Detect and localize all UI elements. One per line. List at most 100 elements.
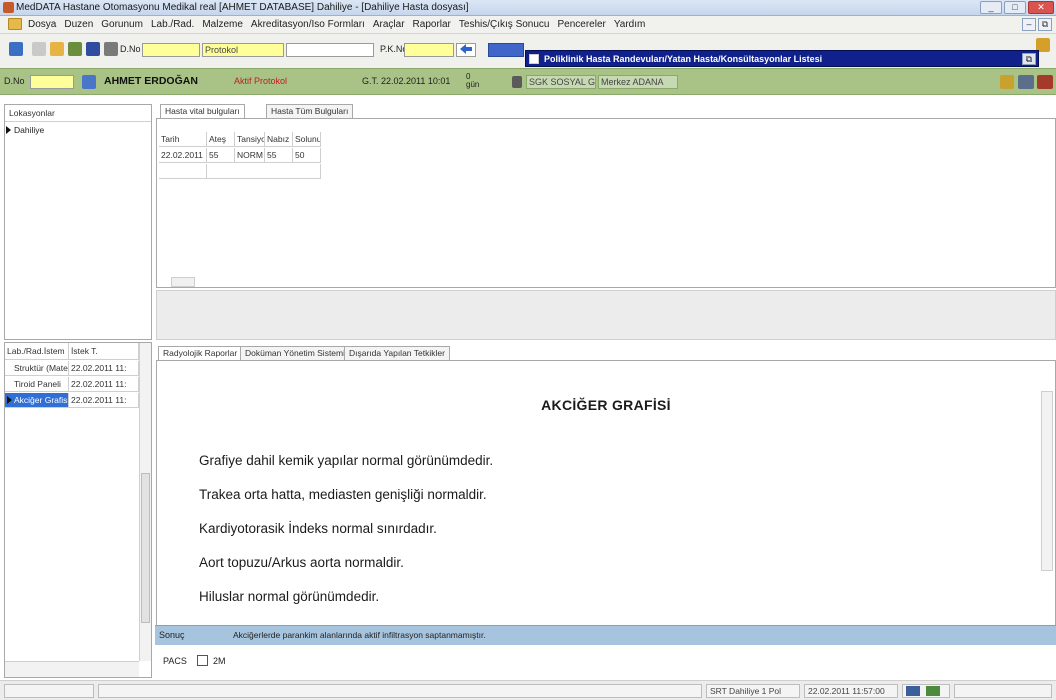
lab-header-name: Lab./Rad.İstem bbox=[5, 343, 69, 360]
lab-row-name-selected[interactable]: Akciğer Grafisi bbox=[5, 393, 69, 408]
edit-icon[interactable] bbox=[68, 42, 82, 56]
menu-item[interactable]: Malzeme bbox=[202, 19, 243, 30]
menu-item[interactable]: Gorunum bbox=[101, 19, 143, 30]
print-icon[interactable] bbox=[104, 42, 118, 56]
report-line: Grafiye dahil kemik yapılar normal görün… bbox=[199, 453, 494, 468]
menu-item[interactable]: Yardım bbox=[614, 19, 646, 30]
result-bar: Sonuç Akciğerlerde parankim alanlarında … bbox=[155, 625, 1056, 645]
pacs-checkbox[interactable] bbox=[197, 655, 208, 666]
popup-restore-button[interactable]: ⧉ bbox=[1022, 53, 1036, 65]
app-logo-icon bbox=[3, 2, 14, 13]
calendar-icon[interactable] bbox=[1000, 75, 1014, 89]
lab-row-date[interactable]: 22.02.2011 11: bbox=[69, 361, 139, 376]
menu-item[interactable]: Pencereler bbox=[558, 19, 606, 30]
menu-item[interactable]: Dosya bbox=[28, 19, 56, 30]
status-bar: SRT Dahiliye 1 Pol 22.02.2011 11:57:00 bbox=[0, 680, 1056, 700]
menu-item[interactable]: Teshis/Çıkış Sonucu bbox=[459, 19, 550, 30]
tab-radiology-reports[interactable]: Radyolojik Raporlar bbox=[158, 346, 243, 360]
tab-external-tests[interactable]: Dışarıda Yapılan Tetkikler bbox=[344, 346, 450, 360]
lab-row-date-selected[interactable]: 22.02.2011 11: bbox=[69, 393, 139, 408]
dosya-no-input[interactable] bbox=[142, 43, 200, 57]
pacs-label: PACS bbox=[163, 656, 187, 666]
protokol-input[interactable]: Protokol bbox=[202, 43, 284, 57]
vitals-cell-fever[interactable]: 55 bbox=[207, 148, 235, 163]
info-icon[interactable] bbox=[512, 76, 522, 88]
lab-header-date: İstek T. bbox=[69, 343, 139, 360]
mdi-restore-button[interactable]: ⧉ bbox=[1038, 18, 1052, 31]
vitals-horizontal-scrollbar[interactable] bbox=[171, 277, 195, 287]
mdi-minimize-button[interactable]: – bbox=[1022, 18, 1036, 31]
tab-all-findings[interactable]: Hasta Tüm Bulguları bbox=[266, 104, 354, 118]
report-title: AKCİĞER GRAFİSİ bbox=[541, 397, 671, 413]
patient-search-icon[interactable] bbox=[82, 75, 96, 89]
patient-dno-label: D.No bbox=[4, 76, 25, 86]
result-text: Akciğerlerde parankim alanlarında aktif … bbox=[233, 630, 486, 640]
protokol-label: Protokol bbox=[205, 45, 239, 55]
pacs-row: PACS 2M bbox=[155, 645, 1056, 679]
lab-horizontal-scrollbar[interactable] bbox=[5, 661, 139, 677]
status-user: SRT Dahiliye 1 Pol bbox=[706, 684, 800, 698]
insurance-field: SGK SOSYAL GÜ bbox=[526, 75, 596, 89]
lab-request-panel: Lab./Rad.İstem İstek T. Struktür (Matery… bbox=[4, 342, 152, 678]
patient-info-bar: D.No AHMET ERDOĞAN Aktif Protokol G.T. 2… bbox=[0, 68, 1056, 95]
popup-window-icon bbox=[529, 54, 539, 64]
menu-item[interactable]: Raporlar bbox=[413, 19, 451, 30]
pk-no-input[interactable] bbox=[404, 43, 454, 57]
status-datetime: 22.02.2011 11:57:00 bbox=[804, 684, 898, 698]
vitals-cell-date[interactable]: 22.02.2011 bbox=[159, 148, 207, 163]
navigation-field[interactable] bbox=[488, 43, 524, 57]
lab-row-name[interactable]: Tiroid Paneli bbox=[5, 377, 69, 392]
tools-icon[interactable] bbox=[32, 42, 46, 56]
print-icon-2[interactable] bbox=[1018, 75, 1034, 89]
lab-row-date[interactable]: 22.02.2011 11: bbox=[69, 377, 139, 392]
vitals-grid: Tarih Ateş Tansiyon Nabız Solunum 22.02.… bbox=[156, 118, 1056, 288]
folder-icon[interactable] bbox=[8, 18, 22, 30]
chart-icon[interactable] bbox=[1037, 75, 1053, 89]
vitals-footer-area bbox=[156, 290, 1056, 340]
vitals-cell-bp[interactable]: NORM bbox=[235, 148, 265, 163]
window-title: MedDATA Hastane Otomasyonu Medikal real … bbox=[16, 2, 469, 13]
birth-date: G.T. 22.02.2011 10:01 bbox=[362, 76, 451, 86]
tab-document-management[interactable]: Doküman Yönetim Sistemi bbox=[240, 346, 350, 360]
vitals-header-resp: Solunum bbox=[293, 132, 321, 147]
vitals-cell-resp[interactable]: 50 bbox=[293, 148, 321, 163]
row-pointer-icon bbox=[6, 126, 11, 134]
vitals-header-date: Tarih bbox=[159, 132, 207, 147]
status-indicator bbox=[902, 684, 950, 698]
home-icon[interactable] bbox=[9, 42, 23, 56]
menu-item[interactable]: Araçlar bbox=[373, 19, 405, 30]
vitals-header-pulse: Nabız bbox=[265, 132, 293, 147]
dosya-no-label: D.No bbox=[120, 44, 141, 54]
scroll-thumb[interactable] bbox=[141, 473, 150, 623]
menu-item[interactable]: Akreditasyon/Iso Formları bbox=[251, 19, 365, 30]
lab-row-name[interactable]: Struktür (Materyal) bbox=[5, 361, 69, 376]
menu-item[interactable]: Lab./Rad. bbox=[151, 19, 194, 30]
open-folder-icon[interactable] bbox=[50, 42, 64, 56]
tab-vital-findings[interactable]: Hasta vital bulguları bbox=[160, 104, 245, 118]
minimize-button[interactable]: _ bbox=[980, 1, 1002, 14]
report-line: Aort topuzu/Arkus aorta normaldir. bbox=[199, 555, 404, 570]
maximize-button[interactable]: □ bbox=[1004, 1, 1026, 14]
vitals-cell-pulse[interactable]: 55 bbox=[265, 148, 293, 163]
result-label: Sonuç bbox=[159, 630, 185, 640]
save-icon[interactable] bbox=[86, 42, 100, 56]
report-vertical-scrollbar[interactable] bbox=[1041, 391, 1053, 571]
patient-dno-input[interactable] bbox=[30, 75, 74, 89]
appointments-popup[interactable]: Poliklinik Hasta Randevuları/Yatan Hasta… bbox=[525, 50, 1039, 67]
location-row[interactable]: Dahiliye bbox=[5, 123, 139, 138]
close-button[interactable]: ✕ bbox=[1028, 1, 1054, 14]
vitals-empty-cell[interactable] bbox=[159, 164, 207, 179]
report-line: Kardiyotorasik İndeks normal sınırdadır. bbox=[199, 521, 437, 536]
selected-row-pointer-icon bbox=[7, 396, 12, 404]
pacs-option: 2M bbox=[213, 656, 226, 666]
vitals-header-bp: Tansiyon bbox=[235, 132, 265, 147]
vitals-empty-cell-2[interactable] bbox=[207, 164, 321, 179]
vitals-header-fever: Ateş bbox=[207, 132, 235, 147]
menu-bar: Dosya Duzen Gorunum Lab./Rad. Malzeme Akredit… bbox=[0, 16, 1056, 34]
patient-search-input[interactable] bbox=[286, 43, 374, 57]
lab-vertical-scrollbar[interactable] bbox=[139, 343, 151, 661]
age-unit: 0 gün bbox=[466, 72, 480, 89]
patient-name: AHMET ERDOĞAN bbox=[104, 75, 198, 87]
menu-item[interactable]: Duzen bbox=[64, 19, 93, 30]
city-field: Merkez ADANA bbox=[598, 75, 678, 89]
